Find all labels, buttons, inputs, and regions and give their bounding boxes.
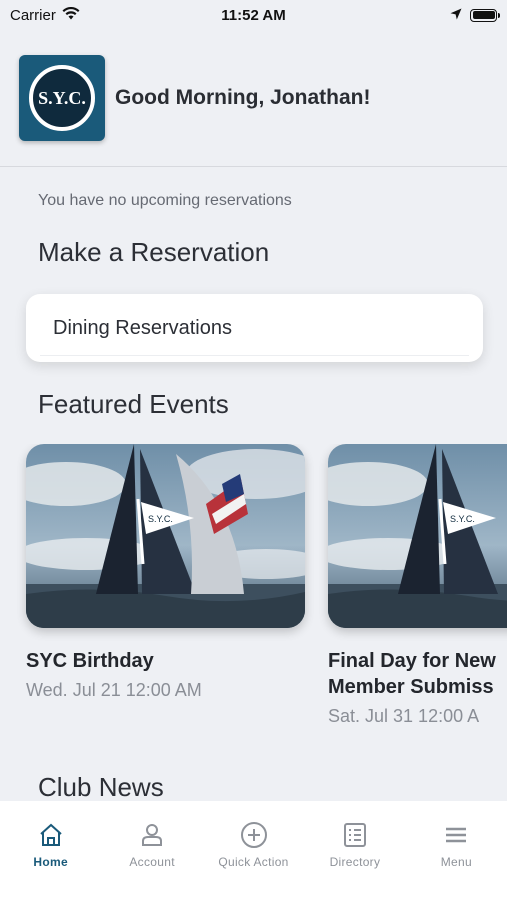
- event-card[interactable]: S.Y.C. Final Day for New Member Submiss …: [328, 444, 507, 727]
- tab-label: Home: [33, 855, 68, 869]
- logo-text: S.Y.C.: [29, 65, 95, 131]
- wifi-icon: [62, 6, 80, 24]
- club-logo: S.Y.C.: [19, 55, 105, 141]
- greeting-text: Good Morning, Jonathan!: [115, 86, 371, 109]
- status-bar: Carrier 11:52 AM: [0, 0, 507, 30]
- event-title: Final Day for New Member Submiss: [328, 650, 496, 698]
- battery-icon: [470, 8, 500, 22]
- dining-reservations-label: Dining Reservations: [53, 316, 232, 339]
- tab-account[interactable]: Account: [101, 801, 202, 900]
- tab-quick-action[interactable]: Quick Action: [203, 801, 304, 900]
- make-reservation-heading: Make a Reservation: [38, 237, 270, 267]
- carrier-label: Carrier: [10, 6, 56, 24]
- dining-reservations-button[interactable]: Dining Reservations: [26, 294, 483, 362]
- featured-events-heading: Featured Events: [38, 389, 229, 419]
- account-icon: [142, 824, 163, 846]
- home-header: S.Y.C. Good Morning, Jonathan!: [0, 30, 507, 167]
- tab-bar: Home Account Quick Action Directory Menu: [0, 801, 507, 900]
- plus-circle-icon: [240, 822, 267, 848]
- tab-home[interactable]: Home: [0, 801, 101, 900]
- event-image: S.Y.C.: [26, 444, 305, 628]
- event-date: Wed. Jul 21 12:00 AM: [26, 680, 202, 700]
- event-image: S.Y.C.: [328, 444, 507, 628]
- club-news-heading: Club News: [38, 772, 164, 802]
- tab-label: Account: [129, 855, 175, 869]
- featured-events-carousel[interactable]: S.Y.C. SYC Birthday Wed. Jul 21 12:00 AM: [0, 444, 507, 744]
- hamburger-icon: [446, 827, 467, 843]
- event-date: Sat. Jul 31 12:00 A: [328, 706, 480, 726]
- tab-menu[interactable]: Menu: [406, 801, 507, 900]
- home-icon: [40, 823, 62, 846]
- event-card[interactable]: S.Y.C. SYC Birthday Wed. Jul 21 12:00 AM: [26, 444, 305, 701]
- event-title: SYC Birthday: [26, 650, 154, 672]
- flag-text: S.Y.C.: [148, 514, 173, 524]
- tab-label: Directory: [329, 855, 381, 869]
- flag-text: S.Y.C.: [450, 514, 475, 524]
- tab-label: Quick Action: [218, 855, 289, 869]
- no-reservations-message: You have no upcoming reservations: [38, 192, 292, 209]
- location-arrow-icon: [450, 7, 462, 24]
- list-icon: [343, 823, 366, 847]
- tab-label: Menu: [440, 855, 472, 869]
- tab-directory[interactable]: Directory: [304, 801, 405, 900]
